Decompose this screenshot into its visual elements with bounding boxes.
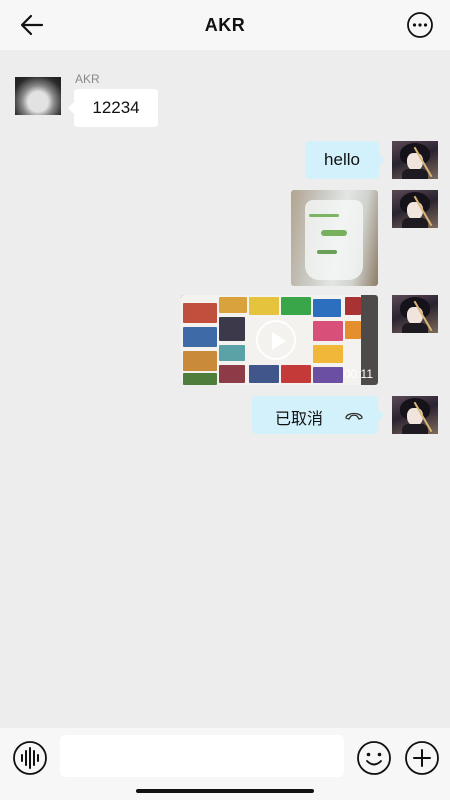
my-avatar[interactable] xyxy=(392,141,438,179)
image-message[interactable] xyxy=(291,190,378,286)
message-list[interactable]: AKR 12234 hello 00:11 已取消 xyxy=(0,50,450,728)
message-text: hello xyxy=(324,150,360,169)
voice-icon[interactable] xyxy=(12,740,48,776)
chat-header: AKR xyxy=(0,0,450,50)
chat-title: AKR xyxy=(204,14,246,35)
hangup-icon xyxy=(345,412,363,420)
more-options-icon[interactable] xyxy=(406,11,434,39)
call-status-text: 已取消 xyxy=(275,411,324,428)
video-message[interactable]: 00:11 xyxy=(181,295,378,385)
video-duration: 00:11 xyxy=(343,367,373,381)
home-indicator xyxy=(136,789,314,793)
my-avatar[interactable] xyxy=(392,190,438,228)
message-input[interactable] xyxy=(60,735,344,777)
contact-avatar[interactable] xyxy=(15,77,61,115)
my-avatar[interactable] xyxy=(392,396,438,434)
sender-name: AKR xyxy=(75,72,100,86)
incoming-message-bubble[interactable]: 12234 xyxy=(68,89,158,127)
play-icon[interactable] xyxy=(256,320,296,360)
call-message-bubble[interactable]: 已取消 xyxy=(252,396,384,434)
emoji-icon[interactable] xyxy=(356,740,392,776)
plus-icon[interactable] xyxy=(404,740,440,776)
outgoing-message-bubble[interactable]: hello xyxy=(305,141,385,179)
my-avatar[interactable] xyxy=(392,295,438,333)
back-arrow-icon[interactable] xyxy=(18,12,48,38)
message-text: 12234 xyxy=(92,98,140,117)
